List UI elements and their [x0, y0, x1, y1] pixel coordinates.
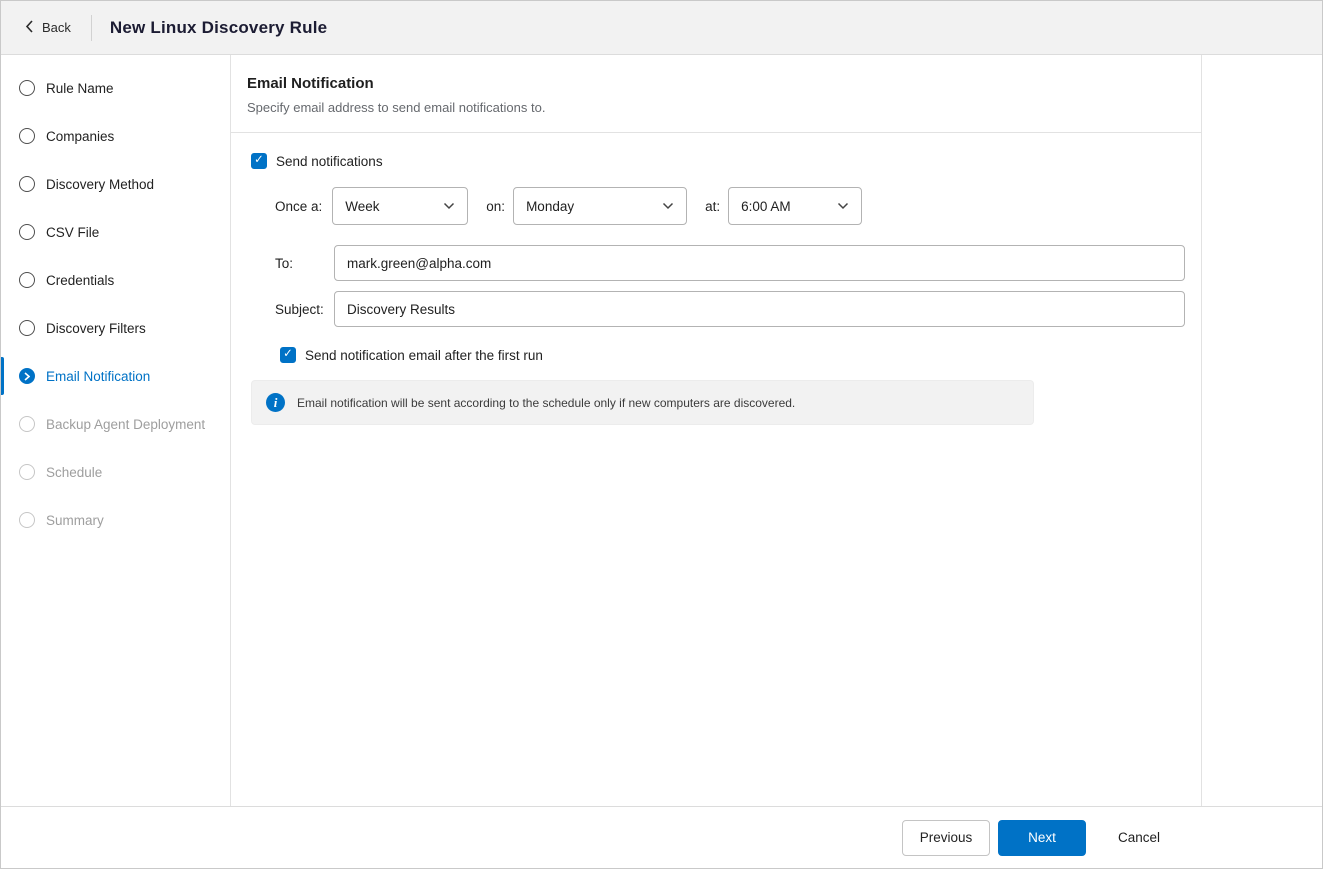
step-schedule[interactable]: Schedule: [1, 448, 230, 496]
step-circle-icon: [19, 224, 35, 240]
info-icon: i: [266, 393, 285, 412]
step-active-chevron-icon: [19, 368, 35, 384]
step-label: Companies: [46, 129, 114, 144]
step-email-notification[interactable]: Email Notification: [1, 352, 230, 400]
wizard-window: Back New Linux Discovery Rule Rule Name …: [0, 0, 1323, 869]
checkbox-checked-icon: ✓: [251, 153, 267, 169]
step-circle-icon: [19, 176, 35, 192]
step-label: CSV File: [46, 225, 99, 240]
next-button[interactable]: Next: [998, 820, 1086, 856]
section-subtitle: Specify email address to send email noti…: [247, 100, 1185, 115]
subject-label: Subject:: [275, 302, 334, 317]
step-companies[interactable]: Companies: [1, 112, 230, 160]
checkmark-icon: ✓: [254, 155, 264, 167]
at-label: at:: [705, 199, 720, 214]
step-backup-agent-deployment[interactable]: Backup Agent Deployment: [1, 400, 230, 448]
step-discovery-filters[interactable]: Discovery Filters: [1, 304, 230, 352]
once-a-label: Once a:: [275, 199, 322, 214]
chevron-left-icon: [25, 20, 33, 36]
info-message: Email notification will be sent accordin…: [297, 396, 795, 410]
wizard-steps-sidebar: Rule Name Companies Discovery Method CSV…: [1, 55, 231, 806]
step-label: Credentials: [46, 273, 114, 288]
previous-button[interactable]: Previous: [902, 820, 990, 856]
section-header: Email Notification Specify email address…: [231, 55, 1201, 133]
step-csv-file[interactable]: CSV File: [1, 208, 230, 256]
step-circle-icon: [19, 272, 35, 288]
step-circle-icon: [19, 128, 35, 144]
chevron-down-icon: [662, 202, 674, 210]
day-dropdown[interactable]: Monday: [513, 187, 687, 225]
to-label: To:: [275, 256, 334, 271]
chevron-down-icon: [837, 202, 849, 210]
step-discovery-method[interactable]: Discovery Method: [1, 160, 230, 208]
time-value: 6:00 AM: [741, 199, 791, 214]
info-banner: i Email notification will be sent accord…: [251, 380, 1034, 425]
first-run-checkbox[interactable]: ✓ Send notification email after the firs…: [280, 347, 1185, 363]
step-circle-icon: [19, 512, 35, 528]
on-label: on:: [486, 199, 505, 214]
page-title: New Linux Discovery Rule: [110, 18, 327, 38]
step-label: Rule Name: [46, 81, 114, 96]
checkmark-icon: ✓: [283, 349, 293, 361]
step-label: Email Notification: [46, 369, 150, 384]
back-button[interactable]: Back: [1, 1, 91, 54]
step-label: Discovery Filters: [46, 321, 146, 336]
time-dropdown[interactable]: 6:00 AM: [728, 187, 862, 225]
step-label: Discovery Method: [46, 177, 154, 192]
step-rule-name[interactable]: Rule Name: [1, 64, 230, 112]
subject-input[interactable]: [334, 291, 1185, 327]
step-circle-icon: [19, 416, 35, 432]
step-credentials[interactable]: Credentials: [1, 256, 230, 304]
header: Back New Linux Discovery Rule: [1, 1, 1322, 55]
step-circle-icon: [19, 80, 35, 96]
main-content: Email Notification Specify email address…: [231, 55, 1202, 806]
step-label: Backup Agent Deployment: [46, 417, 205, 432]
step-label: Schedule: [46, 465, 102, 480]
right-gutter: [1202, 55, 1322, 806]
step-circle-icon: [19, 320, 35, 336]
checkbox-checked-icon: ✓: [280, 347, 296, 363]
send-notifications-label: Send notifications: [276, 154, 383, 169]
step-circle-icon: [19, 464, 35, 480]
footer: Previous Next Cancel: [1, 806, 1322, 868]
send-notifications-checkbox[interactable]: ✓ Send notifications: [251, 153, 1185, 169]
first-run-label: Send notification email after the first …: [305, 348, 543, 363]
header-divider: [91, 15, 92, 41]
section-title: Email Notification: [247, 75, 1185, 92]
to-input[interactable]: [334, 245, 1185, 281]
back-label: Back: [42, 20, 71, 35]
cancel-button[interactable]: Cancel: [1112, 820, 1166, 856]
chevron-down-icon: [443, 202, 455, 210]
day-value: Monday: [526, 199, 574, 214]
step-label: Summary: [46, 513, 104, 528]
frequency-value: Week: [345, 199, 379, 214]
frequency-dropdown[interactable]: Week: [332, 187, 468, 225]
step-summary[interactable]: Summary: [1, 496, 230, 544]
